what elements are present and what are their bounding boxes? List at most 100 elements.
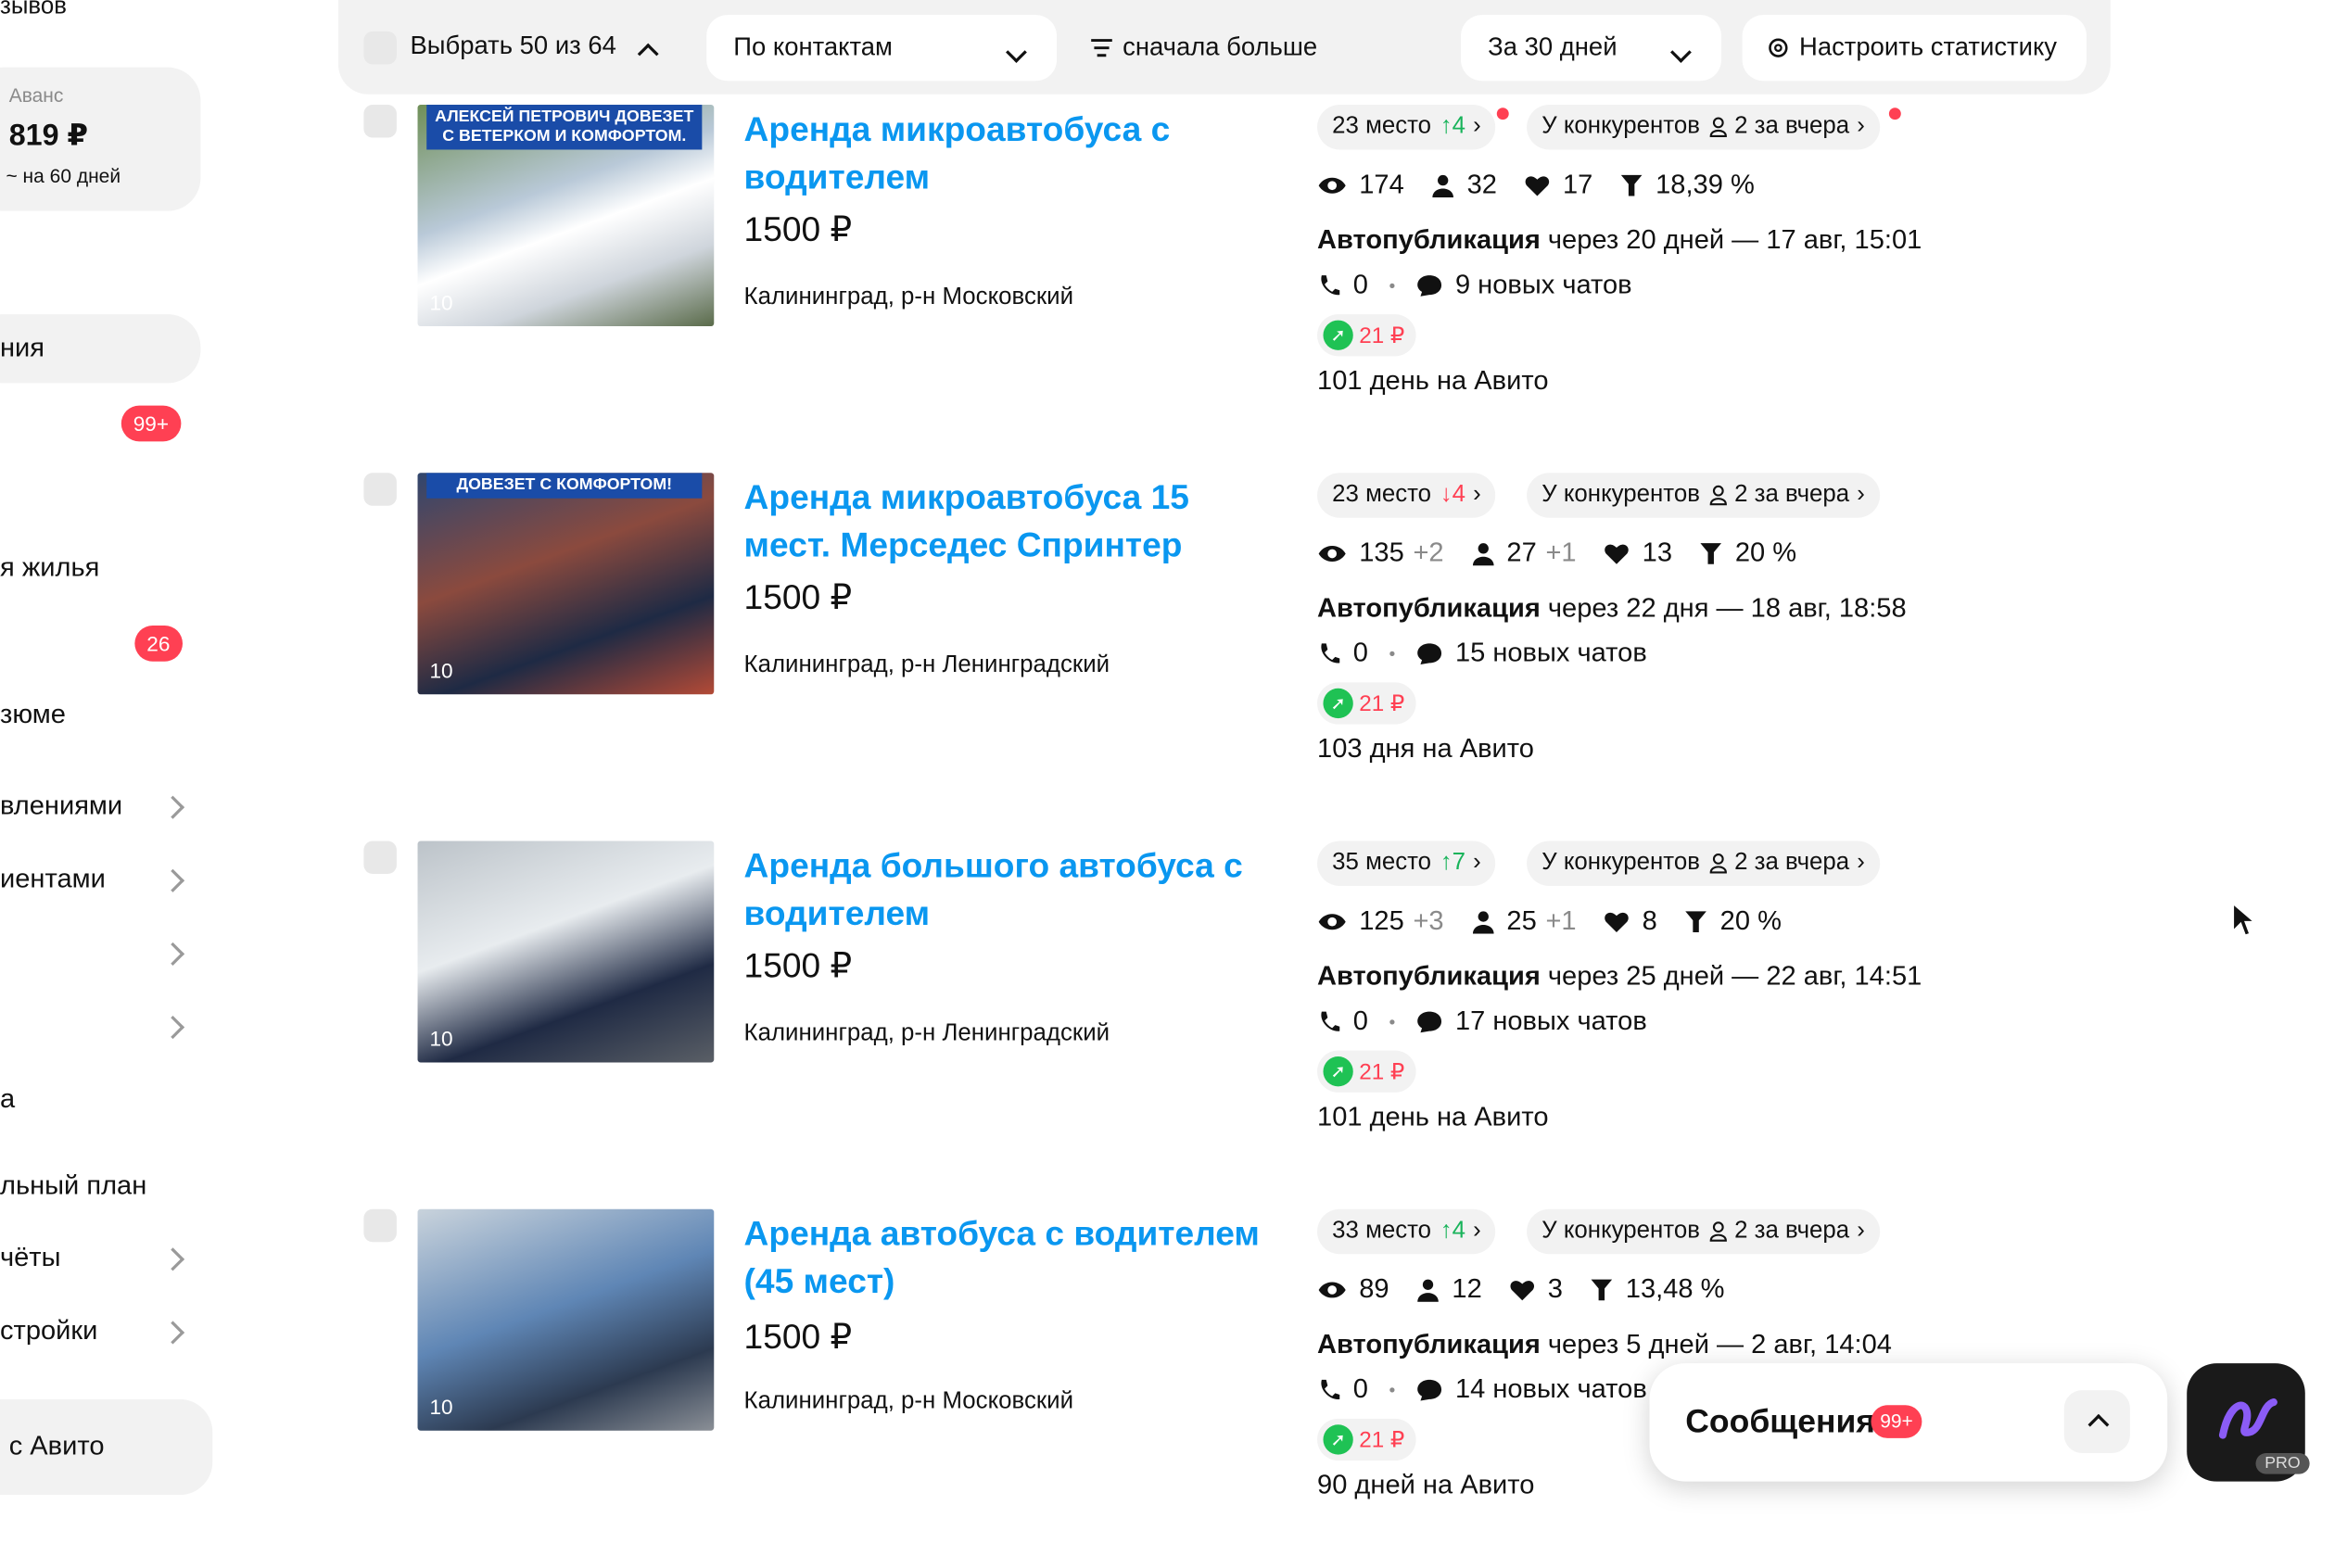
calls-count: 0 — [1352, 1005, 1368, 1036]
listing-photo[interactable]: ДОВЕЗЕТ С КОМФОРТОМ! 10 — [417, 473, 715, 695]
select-count-label[interactable]: Выбрать 50 из 64 — [410, 32, 615, 61]
period-value: За 30 дней — [1488, 32, 1618, 62]
listing-location: Калининград, р-н Ленинградский — [743, 1020, 1110, 1046]
listing-photo[interactable]: 10 — [417, 1208, 715, 1431]
sidebar-item-label[interactable]: а — [0, 1083, 15, 1115]
sidebar-item-label[interactable]: с Авито — [9, 1431, 105, 1462]
days-on-avito: 101 день на Авито — [1317, 1101, 1549, 1132]
days-on-avito: 103 дня на Авито — [1317, 733, 1534, 764]
heart-icon — [1605, 543, 1629, 563]
competitors-tag[interactable]: У конкурентов 2 за вчера › — [1527, 105, 1880, 150]
listing-location: Калининград, р-н Ленинградский — [743, 652, 1110, 678]
competitors-tag[interactable]: У конкурентов 2 за вчера › — [1527, 841, 1880, 886]
competitors-count: 2 за вчера — [1734, 113, 1850, 140]
autopublication-text: через 25 дней — 22 авг, 14:51 — [1547, 960, 1922, 991]
listing-location: Калининград, р-н Московский — [743, 284, 1074, 310]
promotion-pill[interactable]: ➚ 21 ₽ — [1317, 1418, 1417, 1461]
sidebar-item-label[interactable]: влениями — [0, 790, 122, 822]
listing-price: 1500 ₽ — [743, 1317, 853, 1357]
competitors-label: У конкурентов — [1541, 850, 1700, 876]
views-count: 125 — [1359, 904, 1404, 936]
sidebar-item-label[interactable]: стройки — [0, 1315, 97, 1347]
listing-item[interactable]: АЛЕКСЕЙ ПЕТРОВИЧ ДОВЕЗЕТ С ВЕТЕРКОМ И КО… — [338, 105, 2135, 464]
listing-checkbox[interactable] — [363, 1208, 397, 1243]
listing-title[interactable]: Аренда автобуса с водителем (45 мест) — [744, 1209, 1268, 1305]
listing-checkbox[interactable] — [363, 473, 397, 506]
sort-by-select[interactable]: По контактам — [706, 15, 1058, 82]
pro-app-button[interactable]: PRO — [2187, 1363, 2310, 1482]
autopublication-label: Автопубликация — [1317, 592, 1541, 623]
chevron-right-icon: › — [1857, 113, 1865, 140]
chevron-right-icon[interactable] — [160, 942, 185, 966]
place-tag[interactable]: 35 место ↑7 › — [1317, 841, 1496, 886]
days-on-avito: 101 день на Авито — [1317, 365, 1549, 396]
chevron-up-icon[interactable] — [637, 42, 659, 69]
photo-banner-text: АЛЕКСЕЙ ПЕТРОВИЧ ДОВЕЗЕТ С ВЕТЕРКОМ И КО… — [426, 105, 703, 150]
competitors-label: У конкурентов — [1541, 481, 1700, 508]
metrics-row: 174 32 17 18,39 % — [1317, 169, 1755, 200]
listing-photo[interactable]: АЛЕКСЕЙ ПЕТРОВИЧ ДОВЕЗЕТ С ВЕТЕРКОМ И КО… — [417, 105, 715, 327]
chevron-right-icon[interactable] — [160, 1016, 185, 1040]
chevron-right-icon: › — [1473, 1218, 1481, 1244]
place-tag[interactable]: 23 место ↑4 › — [1317, 105, 1496, 150]
configure-stats-label: Настроить статистику — [1798, 32, 2058, 62]
new-chats[interactable]: 15 новых чатов — [1455, 638, 1647, 669]
competitors-tag[interactable]: У конкурентов 2 за вчера › — [1527, 1208, 1880, 1255]
new-chats[interactable]: 17 новых чатов — [1455, 1005, 1647, 1037]
separator-dot: • — [1389, 642, 1396, 664]
competitors-tag[interactable]: У конкурентов 2 за вчера › — [1527, 473, 1880, 518]
place-tag[interactable]: 33 место ↑4 › — [1317, 1208, 1496, 1255]
autopublication-row: Автопубликация через 25 дней — 22 авг, 1… — [1317, 961, 1922, 993]
toolbar: Выбрать 50 из 64 По контактам сначала бо… — [337, 0, 2111, 95]
chevron-up-icon — [2087, 1413, 2110, 1435]
new-chats[interactable]: 9 новых чатов — [1455, 270, 1632, 301]
listing-title[interactable]: Аренда микроавтобуса 15 мест. Мерседес С… — [744, 473, 1268, 568]
period-select[interactable]: За 30 дней — [1461, 15, 1722, 82]
messages-widget[interactable]: Сообщения 99+ — [1649, 1363, 2168, 1482]
chevron-right-icon: › — [1473, 481, 1481, 508]
sidebar-item-label[interactable]: зюме — [0, 699, 66, 730]
promotion-pill[interactable]: ➚ 21 ₽ — [1317, 682, 1417, 725]
sidebar-top-text[interactable]: зывов — [0, 0, 67, 21]
place-tag[interactable]: 23 место ↓4 › — [1317, 473, 1496, 518]
heart-icon — [1510, 1280, 1535, 1300]
order-toggle[interactable]: сначала больше — [1090, 32, 1318, 63]
listing-item[interactable]: ДОВЕЗЕТ С КОМФОРТОМ! 10 Аренда микроавто… — [338, 473, 2135, 832]
sidebar-item-label[interactable]: льный план — [0, 1170, 146, 1202]
listing-photo[interactable]: 10 — [417, 841, 715, 1063]
sidebar-item-label[interactable]: ния — [0, 332, 44, 363]
order-label: сначала больше — [1123, 32, 1318, 62]
promotion-pill[interactable]: ➚ 21 ₽ — [1317, 314, 1417, 357]
listing-title[interactable]: Аренда микроавтобуса с водителем — [744, 105, 1268, 200]
sidebar-item-label[interactable]: иентами — [0, 864, 106, 895]
sidebar-item-label[interactable]: чёты — [0, 1242, 61, 1273]
contacts-row: 0 • 9 новых чатов — [1317, 270, 1632, 301]
sidebar-badge: 99+ — [121, 405, 181, 442]
photo-count: 10 — [429, 1394, 453, 1419]
calls-count: 0 — [1352, 269, 1368, 299]
competitors-label: У конкурентов — [1541, 113, 1700, 140]
listing-title[interactable]: Аренда большого автобуса с водителем — [744, 841, 1268, 937]
listing-price: 1500 ₽ — [743, 209, 853, 249]
metrics-row: 125 +3 25 +1 8 20 % — [1317, 905, 1782, 937]
place-delta: ↑7 — [1440, 850, 1466, 876]
configure-stats-button[interactable]: Настроить статистику — [1742, 15, 2087, 82]
conversion-value: 20 % — [1734, 537, 1797, 568]
new-chats[interactable]: 14 новых чатов — [1455, 1373, 1647, 1405]
listing-checkbox[interactable] — [363, 841, 397, 875]
listing-price: 1500 ₽ — [743, 945, 853, 985]
favorites-count: 3 — [1547, 1273, 1563, 1304]
chevron-right-icon — [160, 1321, 185, 1345]
listing-item[interactable]: 10 Аренда большого автобуса с водителем … — [338, 841, 2135, 1201]
messages-expand-button[interactable] — [2063, 1390, 2130, 1453]
chevron-down-icon — [1006, 37, 1027, 67]
listing-checkbox[interactable] — [363, 105, 397, 138]
place-label: 23 место — [1332, 481, 1432, 508]
sidebar-item-label[interactable]: я жилья — [0, 552, 99, 584]
advance-card[interactable]: Аванс 819 ₽ ~ на 60 дней — [0, 67, 201, 211]
promotion-pill[interactable]: ➚ 21 ₽ — [1317, 1050, 1417, 1093]
listing-price: 1500 ₽ — [743, 577, 853, 617]
mouse-cursor-icon — [2232, 902, 2256, 937]
select-all-checkbox[interactable] — [363, 31, 397, 72]
person-outline-icon — [1709, 117, 1727, 137]
